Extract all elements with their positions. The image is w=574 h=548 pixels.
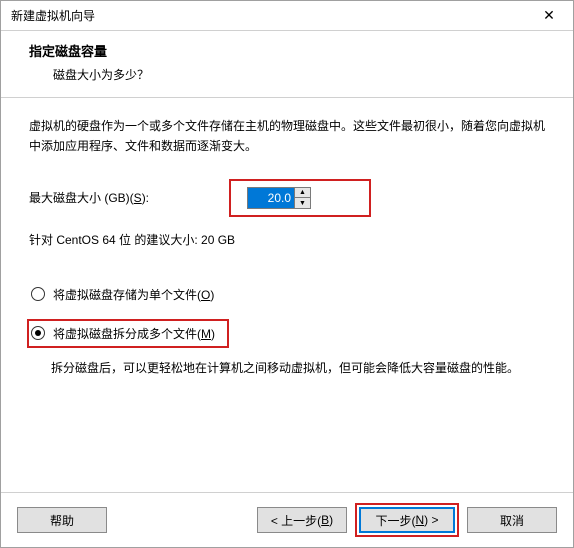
- recommended-size-text: 针对 CentOS 64 位 的建议大小: 20 GB: [29, 231, 545, 248]
- radio-icon: [31, 326, 45, 340]
- wizard-header: 指定磁盘容量 磁盘大小为多少？: [1, 31, 573, 98]
- next-button-highlight: 下一步(N) >: [355, 503, 459, 537]
- disk-storage-radio-group: 将虚拟磁盘存储为单个文件(O) 将虚拟磁盘拆分成多个文件(M) 拆分磁盘后，可以…: [29, 284, 545, 378]
- spinner-down-icon[interactable]: ▼: [295, 198, 310, 208]
- spinner-buttons: ▲ ▼: [294, 188, 310, 208]
- help-button[interactable]: 帮助: [17, 507, 107, 533]
- description-text: 虚拟机的硬盘作为一个或多个文件存储在主机的物理磁盘中。这些文件最初很小，随着您向…: [29, 116, 545, 157]
- radio-split-files-label: 将虚拟磁盘拆分成多个文件(M): [53, 325, 215, 342]
- radio-split-files[interactable]: 将虚拟磁盘拆分成多个文件(M): [27, 319, 229, 348]
- back-button[interactable]: < 上一步(B): [257, 507, 347, 533]
- header-title: 指定磁盘容量: [29, 41, 545, 60]
- disk-size-input[interactable]: [248, 188, 294, 208]
- wizard-window: 新建虚拟机向导 ✕ 指定磁盘容量 磁盘大小为多少？ 虚拟机的硬盘作为一个或多个文…: [0, 0, 574, 548]
- disk-size-highlight: ▲ ▼: [229, 179, 371, 217]
- wizard-content: 虚拟机的硬盘作为一个或多个文件存储在主机的物理磁盘中。这些文件最初很小，随着您向…: [1, 98, 573, 492]
- close-button[interactable]: ✕: [529, 4, 569, 28]
- wizard-footer: 帮助 < 上一步(B) 下一步(N) > 取消: [1, 492, 573, 547]
- window-title: 新建虚拟机向导: [11, 7, 95, 24]
- spinner-up-icon[interactable]: ▲: [295, 188, 310, 199]
- disk-size-row: 最大磁盘大小 (GB)(S): ▲ ▼: [29, 179, 545, 217]
- radio-single-file[interactable]: 将虚拟磁盘存储为单个文件(O): [29, 284, 545, 305]
- radio-split-files-desc: 拆分磁盘后，可以更轻松地在计算机之间移动虚拟机，但可能会降低大容量磁盘的性能。: [29, 358, 545, 378]
- next-button[interactable]: 下一步(N) >: [359, 507, 455, 533]
- radio-icon: [31, 287, 45, 301]
- disk-size-label: 最大磁盘大小 (GB)(S):: [29, 189, 229, 206]
- radio-single-file-label: 将虚拟磁盘存储为单个文件(O): [53, 286, 214, 303]
- cancel-button[interactable]: 取消: [467, 507, 557, 533]
- disk-size-spinner[interactable]: ▲ ▼: [247, 187, 311, 209]
- footer-right-group: < 上一步(B) 下一步(N) > 取消: [257, 503, 557, 537]
- titlebar: 新建虚拟机向导 ✕: [1, 1, 573, 31]
- close-icon: ✕: [543, 7, 555, 24]
- header-subtitle: 磁盘大小为多少？: [29, 66, 545, 83]
